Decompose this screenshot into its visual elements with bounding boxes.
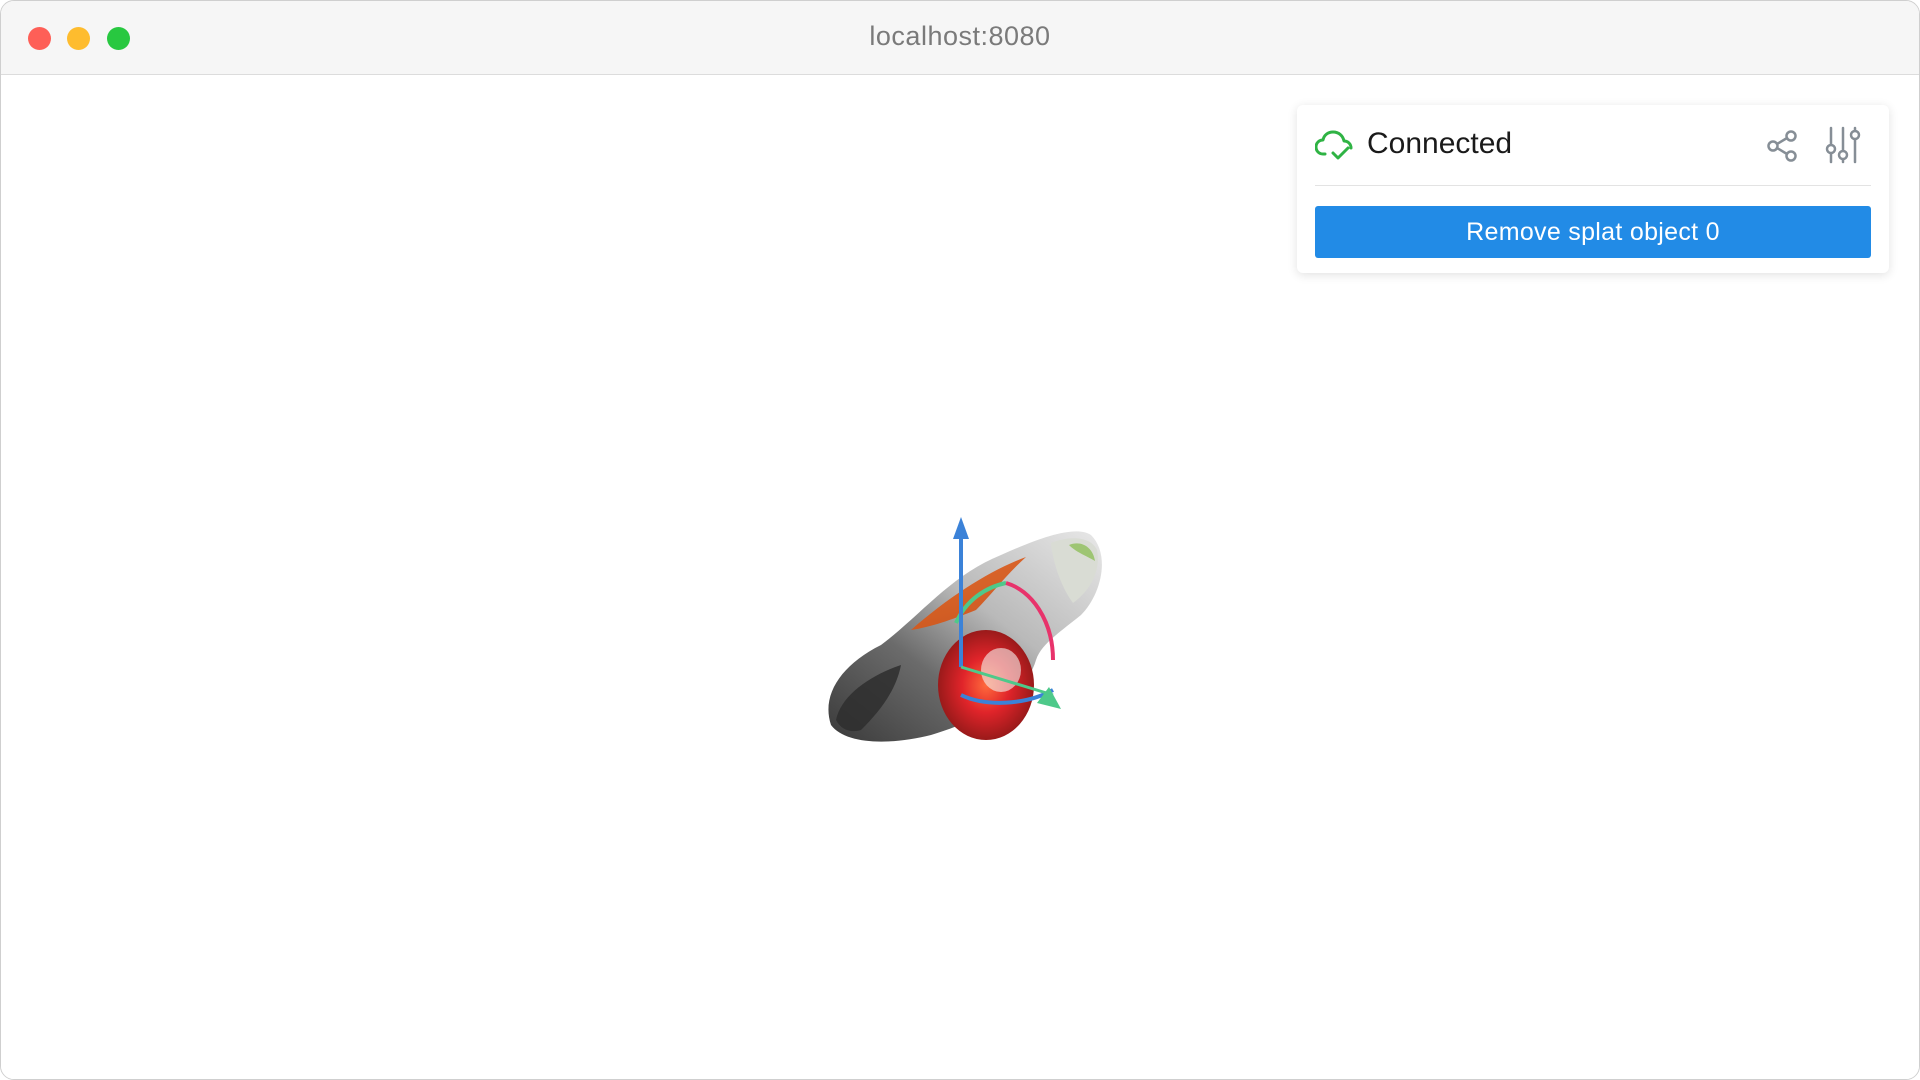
cloud-check-icon [1315, 130, 1353, 160]
connection-status-text: Connected [1367, 127, 1513, 160]
sliders-icon[interactable] [1823, 125, 1863, 165]
panel-header: Connected [1315, 105, 1871, 186]
window-title: localhost:8080 [869, 21, 1051, 51]
browser-window: localhost:8080 Connected Remove splat ob… [0, 0, 1920, 1080]
gizmo-arrow-z[interactable] [953, 517, 969, 539]
title-bar: localhost:8080 [1, 1, 1919, 75]
share-icon[interactable] [1765, 129, 1799, 163]
remove-splat-object-button[interactable]: Remove splat object 0 [1315, 206, 1871, 258]
splat-object[interactable] [801, 495, 1121, 795]
control-panel: Connected Remove splat object 0 [1297, 105, 1889, 273]
shoe-highlight [981, 648, 1021, 692]
